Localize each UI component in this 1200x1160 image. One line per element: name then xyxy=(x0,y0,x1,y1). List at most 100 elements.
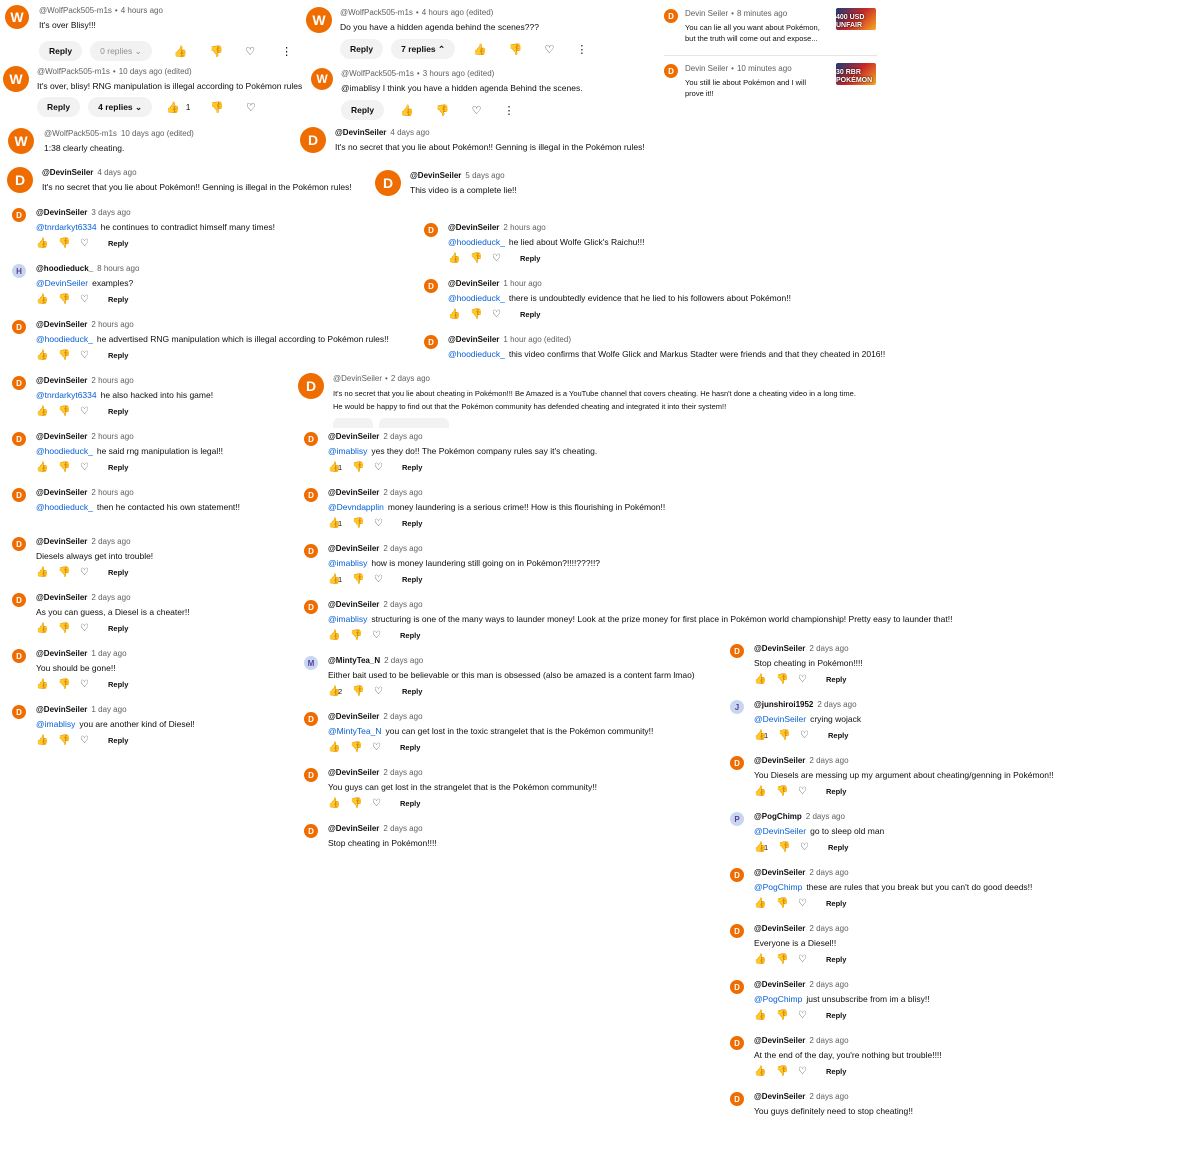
replies-button[interactable]: 4 replies ⌄ xyxy=(88,97,153,117)
comment-author[interactable]: @DevinSeiler xyxy=(754,644,805,653)
comment-time[interactable]: 1 hour ago (edited) xyxy=(503,335,571,344)
mention-link[interactable]: @hoodieduck_ xyxy=(36,446,93,456)
like-icon[interactable]: 👍 xyxy=(36,294,58,305)
comment-author[interactable]: @DevinSeiler xyxy=(754,980,805,989)
comment-author[interactable]: @PogChimp xyxy=(754,812,802,821)
comment-author[interactable]: @DevinSeiler xyxy=(42,168,93,177)
heart-icon[interactable]: ♡ xyxy=(372,798,394,809)
comment-author[interactable]: @DevinSeiler xyxy=(335,128,386,137)
comment-author[interactable]: @DevinSeiler xyxy=(36,593,87,602)
reply-button[interactable]: Reply xyxy=(826,1011,846,1020)
replies-button[interactable]: 0 replies ⌄ xyxy=(90,41,152,61)
like-icon[interactable]: 👍 xyxy=(448,309,470,320)
heart-icon[interactable]: ♡ xyxy=(798,954,820,965)
avatar[interactable]: D xyxy=(424,223,438,237)
heart-icon[interactable]: ♡ xyxy=(798,1010,820,1021)
reply-button[interactable]: Reply xyxy=(826,675,846,684)
dislike-icon[interactable]: 👎 xyxy=(350,798,372,809)
reply-button[interactable]: Reply xyxy=(826,787,846,796)
comment-author[interactable]: @WolfPack505-m1s xyxy=(340,8,413,17)
comment-author[interactable]: @DevinSeiler xyxy=(410,171,461,180)
avatar[interactable]: D xyxy=(304,768,318,782)
like-icon[interactable]: 👍 xyxy=(36,679,58,690)
comment-author[interactable]: @WolfPack505-m1s xyxy=(44,129,117,138)
heart-icon[interactable]: ♡ xyxy=(800,842,822,853)
like-icon[interactable]: 👍 xyxy=(328,630,350,641)
comment-time[interactable]: 4 hours ago xyxy=(121,6,163,15)
reply-button[interactable]: Reply xyxy=(341,100,385,120)
avatar[interactable]: D xyxy=(730,868,744,882)
like-icon[interactable]: 👍 xyxy=(400,104,414,117)
comment-time[interactable]: 5 days ago xyxy=(465,171,504,180)
like-icon[interactable]: 👍 xyxy=(328,798,350,809)
comment-author[interactable]: @DevinSeiler xyxy=(36,705,87,714)
avatar[interactable]: D xyxy=(12,488,26,502)
heart-icon[interactable]: ♡ xyxy=(374,686,396,697)
avatar[interactable]: D xyxy=(730,1036,744,1050)
dislike-icon[interactable]: 👎 xyxy=(776,1010,798,1021)
avatar[interactable]: D xyxy=(730,756,744,770)
dislike-icon[interactable]: 👎 xyxy=(470,253,492,264)
comment-author[interactable]: @DevinSeiler xyxy=(754,1036,805,1045)
reply-button[interactable]: Reply xyxy=(108,351,128,360)
reply-button[interactable]: Reply xyxy=(828,843,848,852)
more-icon[interactable]: ⋮ xyxy=(576,43,587,56)
heart-icon[interactable]: ♡ xyxy=(80,406,102,417)
heart-icon[interactable]: ♡ xyxy=(80,567,102,578)
comment-author[interactable]: @WolfPack505-m1s xyxy=(37,67,110,76)
avatar[interactable]: D xyxy=(12,432,26,446)
mention-link[interactable]: @DevinSeiler xyxy=(754,714,806,724)
reply-button[interactable]: Reply xyxy=(108,736,128,745)
comment-time[interactable]: 4 days ago xyxy=(390,128,429,137)
mention-link[interactable]: @hoodieduck_ xyxy=(448,293,505,303)
avatar[interactable]: W xyxy=(311,68,333,90)
mention-link[interactable]: @imablisy xyxy=(328,614,367,624)
heart-icon[interactable]: ♡ xyxy=(492,253,514,264)
comment-author[interactable]: @MintyTea_N xyxy=(328,656,380,665)
comment-time[interactable]: 2 hours ago xyxy=(91,432,133,441)
comment-time[interactable]: 2 hours ago xyxy=(91,376,133,385)
comment-author[interactable]: @DevinSeiler xyxy=(448,279,499,288)
dislike-icon[interactable]: 👎 xyxy=(352,686,374,697)
heart-icon[interactable]: ♡ xyxy=(798,786,820,797)
reply-button[interactable]: Reply xyxy=(400,799,420,808)
dislike-icon[interactable]: 👎 xyxy=(776,1066,798,1077)
like-icon[interactable]: 👍 xyxy=(36,406,58,417)
mention-link[interactable]: @tnrdarkyt6334 xyxy=(36,390,97,400)
heart-icon[interactable]: ♡ xyxy=(492,309,514,320)
avatar[interactable]: D xyxy=(304,824,318,838)
avatar[interactable]: D xyxy=(300,127,326,153)
comment-time[interactable]: 3 hours ago (edited) xyxy=(423,69,495,78)
comment-author[interactable]: @DevinSeiler xyxy=(328,432,379,441)
comment-time[interactable]: 10 days ago (edited) xyxy=(119,67,192,76)
comment-time[interactable]: 2 days ago xyxy=(383,712,422,721)
heart-icon[interactable]: ♡ xyxy=(80,294,102,305)
comment-time[interactable]: 4 days ago xyxy=(97,168,136,177)
like-icon[interactable]: 👍 xyxy=(36,350,58,361)
avatar[interactable]: D xyxy=(12,537,26,551)
comment-author[interactable]: @DevinSeiler xyxy=(328,712,379,721)
avatar[interactable]: D xyxy=(12,649,26,663)
heart-icon[interactable]: ♡ xyxy=(80,623,102,634)
comment-time[interactable]: 2 days ago xyxy=(91,537,130,546)
avatar[interactable]: D xyxy=(12,208,26,222)
dislike-icon[interactable]: 👎 xyxy=(58,462,80,473)
comment-time[interactable]: 1 day ago xyxy=(91,649,126,658)
reply-button[interactable]: Reply xyxy=(402,463,422,472)
avatar[interactable]: D xyxy=(730,980,744,994)
avatar[interactable]: D xyxy=(12,376,26,390)
heart-icon[interactable]: ♡ xyxy=(374,518,396,529)
comment-author[interactable]: @DevinSeiler xyxy=(328,824,379,833)
heart-icon[interactable]: ♡ xyxy=(472,104,482,117)
reply-button[interactable]: Reply xyxy=(108,407,128,416)
heart-icon[interactable]: ♡ xyxy=(245,45,255,58)
comment-time[interactable]: 2 days ago xyxy=(809,980,848,989)
comment-time[interactable]: 2 days ago xyxy=(809,1036,848,1045)
dislike-icon[interactable]: 👎 xyxy=(776,898,798,909)
comment-time[interactable]: 2 hours ago xyxy=(91,320,133,329)
comment-time[interactable]: 2 days ago xyxy=(383,432,422,441)
reply-button[interactable]: Reply xyxy=(826,899,846,908)
mention-link[interactable]: @hoodieduck_ xyxy=(448,349,505,359)
comment-author[interactable]: @DevinSeiler xyxy=(754,868,805,877)
mention-link[interactable]: @hoodieduck_ xyxy=(36,334,93,344)
